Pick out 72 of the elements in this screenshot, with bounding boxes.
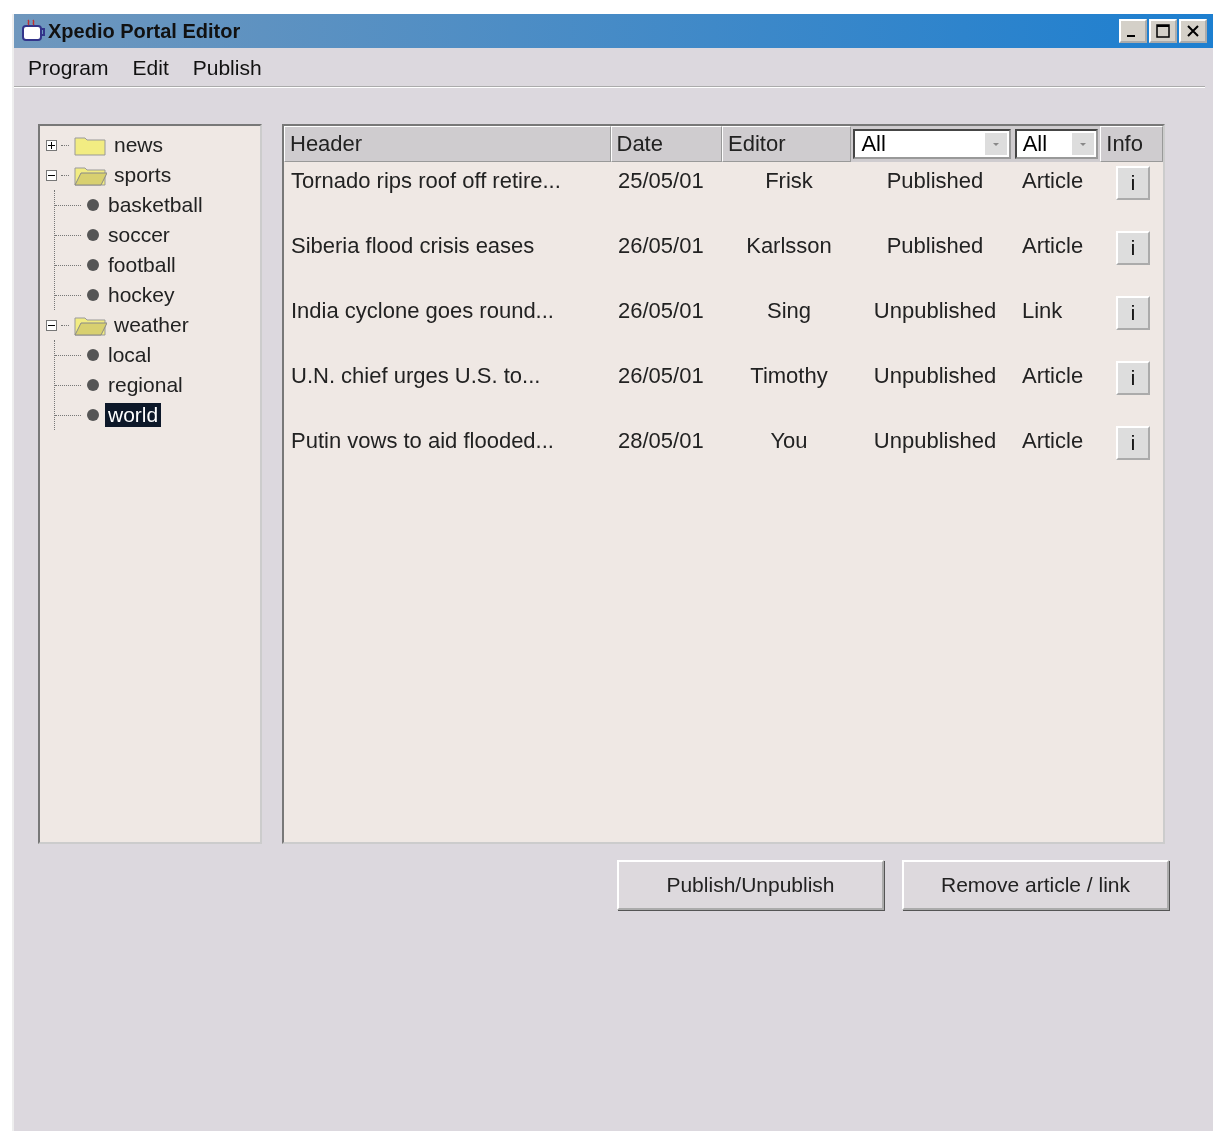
bullet-icon — [85, 377, 101, 393]
info-button[interactable]: i — [1116, 296, 1150, 330]
table-cell-text: India cyclone goes round... — [290, 297, 555, 324]
table-cell-text: Unpublished — [872, 427, 998, 454]
open-folder-icon — [73, 164, 107, 186]
bullet-icon — [85, 257, 101, 273]
table-cell-text: 28/05/01 — [617, 427, 705, 454]
menu-item[interactable]: Edit — [132, 56, 169, 80]
bullet-icon — [85, 347, 101, 363]
column-header[interactable]: Info — [1100, 126, 1163, 162]
window-title: Xpedio Portal Editor — [48, 19, 242, 43]
bullet-icon — [85, 227, 101, 243]
tree-item[interactable]: news — [111, 133, 167, 157]
tree-item[interactable]: sports — [111, 163, 175, 187]
menu-item[interactable]: Program — [28, 56, 109, 80]
table-cell-text: Siberia flood crisis eases — [290, 232, 536, 259]
collapse-icon[interactable] — [46, 319, 57, 331]
table-cell-text: Published — [885, 167, 985, 194]
expand-icon[interactable] — [46, 139, 57, 151]
table-cell-text: Karlsson — [745, 232, 833, 259]
tree-item[interactable]: hockey — [105, 283, 178, 307]
table-cell-text: Article — [1021, 232, 1085, 259]
column-header[interactable]: Date — [610, 126, 722, 162]
maximize-icon — [1155, 23, 1171, 39]
info-button[interactable]: i — [1116, 426, 1150, 460]
tree-item[interactable]: weather — [111, 313, 192, 337]
tree-item[interactable]: local — [105, 343, 155, 367]
minimize-icon — [1127, 35, 1135, 37]
bullet-icon — [85, 197, 101, 213]
table-cell-text: Published — [885, 232, 985, 259]
tree-item[interactable]: world — [105, 403, 162, 427]
action-button[interactable]: Publish/Unpublish — [617, 860, 884, 910]
table-cell-text: Unpublished — [872, 297, 998, 324]
table-cell-text: Sing — [765, 297, 812, 324]
collapse-icon[interactable] — [46, 169, 57, 181]
minimize-button[interactable] — [1119, 19, 1147, 43]
table-cell-text: Putin vows to aid flooded... — [290, 427, 555, 454]
info-button[interactable]: i — [1116, 361, 1150, 395]
open-folder-icon — [73, 314, 107, 336]
column-header[interactable]: Editor — [722, 126, 852, 162]
filter-dropdown[interactable]: All — [853, 129, 1011, 159]
action-button[interactable]: Remove article / link — [902, 860, 1169, 910]
tree-item[interactable]: football — [105, 253, 179, 277]
tree-item[interactable]: regional — [105, 373, 186, 397]
table-cell-text: 25/05/01 — [617, 167, 705, 194]
table-cell-text: Link — [1021, 297, 1064, 324]
table-cell-text: You — [769, 427, 809, 454]
table-cell-text: 26/05/01 — [617, 362, 705, 389]
table-cell-text: Article — [1021, 167, 1085, 194]
maximize-button[interactable] — [1149, 19, 1177, 43]
bullet-icon — [85, 407, 101, 423]
filter-dropdown[interactable]: All — [1014, 129, 1099, 159]
tree-item[interactable]: soccer — [105, 223, 173, 247]
tree-item[interactable]: basketball — [105, 193, 206, 217]
table-cell-text: 26/05/01 — [617, 297, 705, 324]
info-button[interactable]: i — [1116, 231, 1150, 265]
table-cell-text: Article — [1021, 362, 1085, 389]
table-cell-text: Frisk — [764, 167, 814, 194]
table-cell-text: U.N. chief urges U.S. to... — [290, 362, 542, 389]
coffee-cup-icon — [20, 18, 46, 44]
menu-item[interactable]: Publish — [192, 56, 262, 80]
close-button[interactable] — [1179, 19, 1207, 43]
folder-icon — [73, 134, 107, 156]
table-cell-text: Unpublished — [872, 362, 998, 389]
info-button[interactable]: i — [1116, 166, 1150, 200]
table-cell-text: Article — [1021, 427, 1085, 454]
close-icon — [1185, 23, 1201, 39]
bullet-icon — [85, 287, 101, 303]
table-cell-text: 26/05/01 — [617, 232, 705, 259]
table-cell-text: Tornado rips roof off retire... — [290, 167, 562, 194]
table-cell-text: Timothy — [749, 362, 829, 389]
column-header[interactable]: Header — [284, 126, 611, 162]
